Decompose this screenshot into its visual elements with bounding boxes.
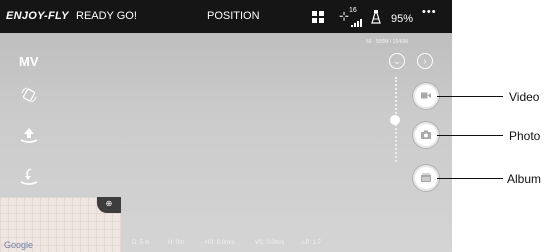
grid-icon[interactable]	[312, 11, 324, 23]
drone-app-screen: ENJOY-FLY READY GO! POSITION ⊹ 16 95% ••…	[0, 0, 452, 252]
land-icon[interactable]	[19, 167, 39, 187]
video-callout-label: Video	[509, 90, 540, 104]
flight-status: READY GO!	[76, 10, 137, 22]
satellite-icon: ⊹	[339, 9, 350, 23]
video-button[interactable]	[413, 83, 439, 109]
distance-limits: 50 · 500M / 1540M	[366, 39, 408, 45]
chevron-down-icon[interactable]: ⌄	[389, 53, 405, 69]
photo-callout-label: Photo	[509, 129, 541, 143]
flight-mode[interactable]: POSITION	[207, 10, 260, 22]
telemetry-lp: LP: 1.7	[302, 240, 322, 246]
album-callout-label: Album	[507, 172, 542, 186]
telemetry-vertical-speed: VS: 0.0m/s	[255, 240, 285, 246]
video-callout-line	[437, 96, 503, 97]
takeoff-icon[interactable]	[19, 126, 39, 144]
photo-button[interactable]	[413, 122, 439, 148]
photo-callout-line	[437, 135, 503, 136]
album-callout-line	[437, 178, 503, 179]
album-button[interactable]	[413, 165, 439, 191]
album-icon	[421, 173, 431, 182]
video-camera-icon	[421, 92, 431, 99]
top-status-bar: ENJOY-FLY READY GO! POSITION ⊹ 16 95% ••…	[0, 0, 452, 33]
mode-mv[interactable]: MV	[19, 54, 39, 69]
map-expand-icon[interactable]: ⊕	[97, 197, 121, 213]
gps-count: 16	[349, 7, 357, 14]
battery-percent: 95%	[391, 13, 414, 25]
camera-icon	[421, 130, 431, 139]
zoom-slider-thumb[interactable]	[390, 115, 400, 125]
chevron-right-icon[interactable]: ›	[417, 53, 433, 69]
map-attribution: Google	[4, 240, 34, 250]
telemetry-height: H: 0m	[168, 240, 185, 246]
signal-bars-icon	[351, 19, 363, 27]
rotate-icon[interactable]	[20, 86, 38, 104]
remote-battery-icon	[371, 10, 381, 24]
brand-logo: ENJOY-FLY	[6, 10, 69, 22]
mini-map[interactable]: ⊕ Google	[0, 197, 121, 252]
more-menu-icon[interactable]: •••	[422, 6, 437, 18]
telemetry-horizontal-speed: HS: 0.0m/s	[205, 240, 235, 246]
telemetry-distance: D: 5 m	[132, 240, 150, 246]
